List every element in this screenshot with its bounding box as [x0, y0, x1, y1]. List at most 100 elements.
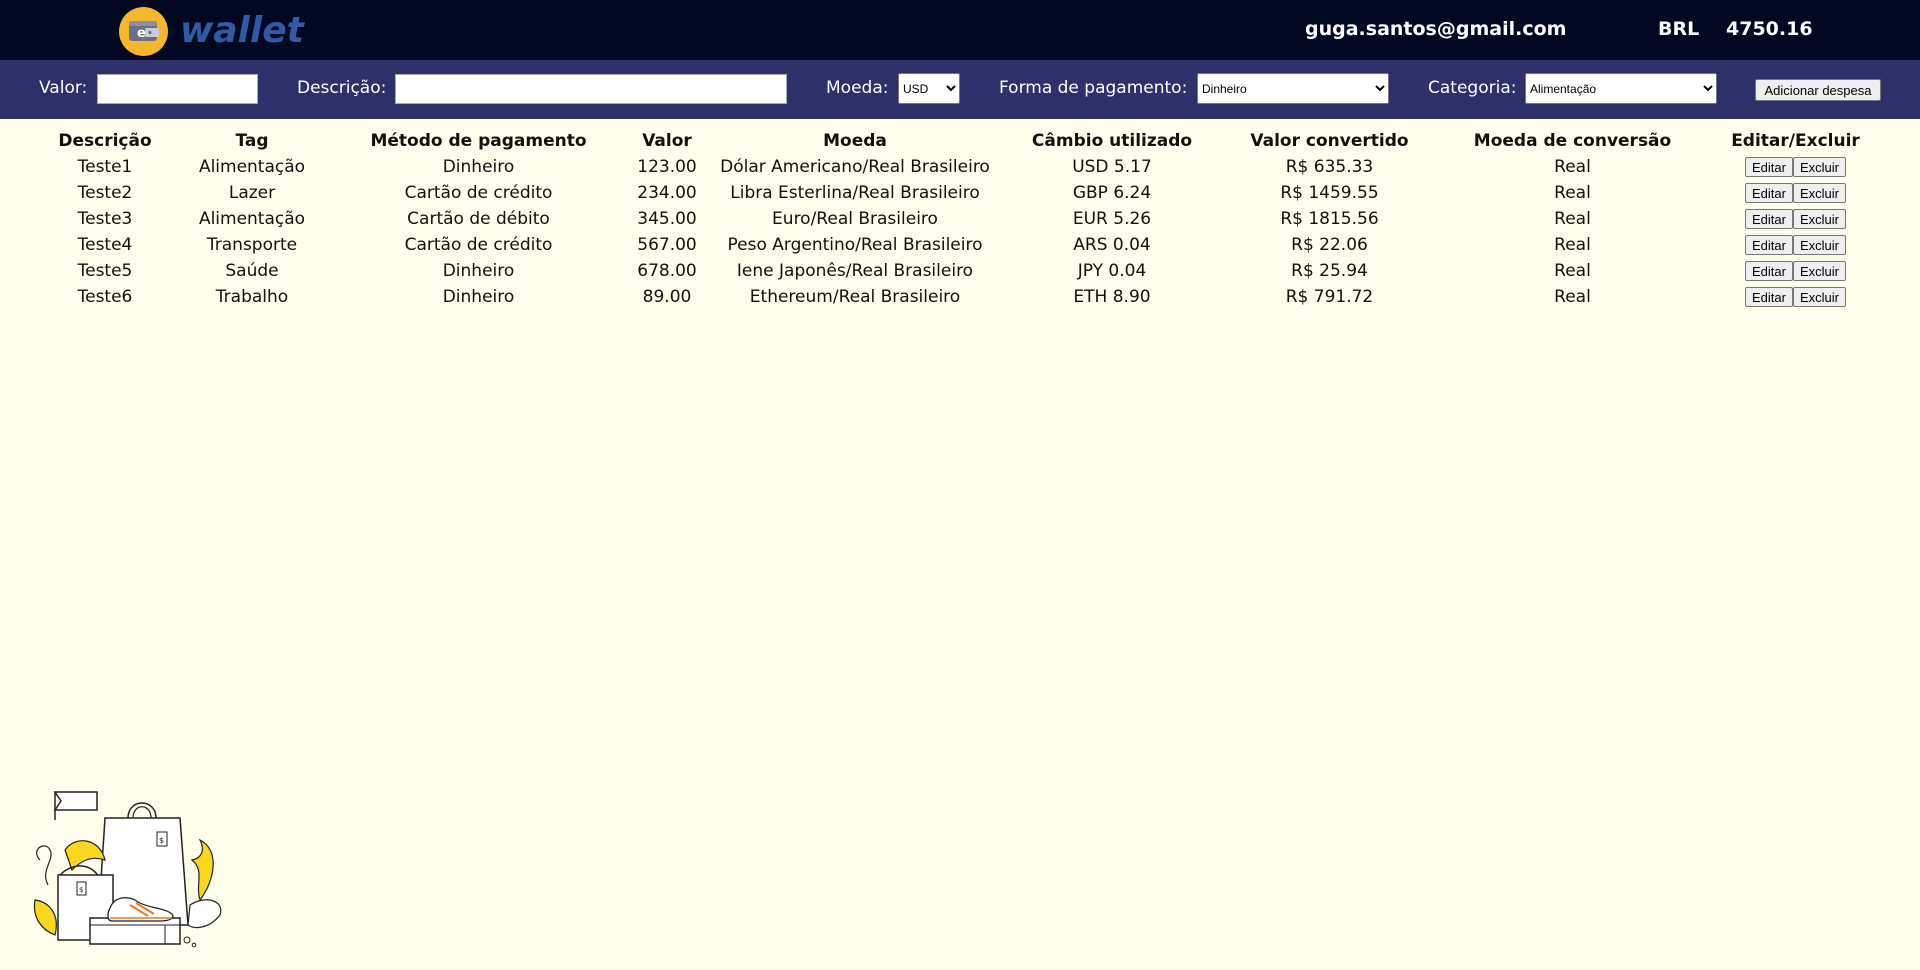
valor-label: Valor:	[39, 78, 88, 98]
cell-valor: 89.00	[642, 287, 692, 307]
wallet-logo-icon: e	[119, 6, 168, 56]
edit-button[interactable]: Editar	[1745, 209, 1793, 229]
col-header-valor-convertido: Valor convertido	[1250, 131, 1409, 151]
cell-cambio: EUR 5.26	[1072, 209, 1152, 229]
col-header-valor: Valor	[642, 131, 692, 151]
edit-button[interactable]: Editar	[1745, 157, 1793, 177]
user-email: guga.santos@gmail.com	[1305, 18, 1567, 40]
cell-descricao: Teste4	[77, 235, 133, 255]
cell-descricao: Teste3	[77, 209, 133, 229]
cell-moeda-conversao: Real	[1554, 261, 1591, 281]
cell-tag: Saúde	[225, 261, 279, 281]
delete-button[interactable]: Excluir	[1792, 183, 1846, 203]
moeda-select[interactable]: USD	[898, 73, 960, 104]
table-row: Teste1 Alimentação Dinheiro 123.00 Dólar…	[45, 154, 1875, 180]
cell-cambio: ARS 0.04	[1073, 235, 1151, 255]
wallet-logo: e wallet	[119, 6, 304, 56]
cell-tag: Lazer	[228, 183, 276, 203]
edit-button[interactable]: Editar	[1745, 183, 1793, 203]
cell-valor-convertido: R$ 1815.56	[1280, 209, 1379, 229]
moeda-label: Moeda:	[826, 78, 889, 98]
cell-moeda: Peso Argentino/Real Brasileiro	[727, 235, 983, 255]
table-row: Teste2 Lazer Cartão de crédito 234.00 Li…	[45, 180, 1875, 206]
pagamento-label: Forma de pagamento:	[999, 78, 1188, 98]
cell-descricao: Teste2	[77, 183, 133, 203]
total-expenses: 4750.16	[1726, 18, 1813, 40]
cell-tag: Alimentação	[198, 157, 306, 177]
cell-valor: 123.00	[637, 157, 697, 177]
col-header-moeda-conversao: Moeda de conversão	[1473, 131, 1672, 151]
descricao-label: Descrição:	[297, 78, 387, 98]
cell-moeda: Libra Esterlina/Real Brasileiro	[730, 183, 980, 203]
cell-actions: Editar Excluir	[1716, 180, 1875, 206]
col-header-cambio: Câmbio utilizado	[1031, 131, 1193, 151]
cell-cambio: ETH 8.90	[1073, 287, 1151, 307]
edit-button[interactable]: Editar	[1745, 287, 1793, 307]
cell-cambio: USD 5.17	[1072, 157, 1152, 177]
cell-metodo: Cartão de crédito	[404, 235, 553, 255]
logo-text: wallet	[180, 10, 304, 51]
svg-text:$: $	[79, 886, 83, 894]
cell-moeda: Dólar Americano/Real Brasileiro	[720, 157, 990, 177]
cell-actions: Editar Excluir	[1716, 232, 1875, 258]
cell-descricao: Teste6	[77, 287, 133, 307]
cell-moeda: Iene Japonês/Real Brasileiro	[736, 261, 974, 281]
col-header-moeda: Moeda	[823, 131, 887, 151]
cell-metodo: Cartão de débito	[407, 209, 550, 229]
cell-actions: Editar Excluir	[1716, 258, 1875, 284]
cell-metodo: Dinheiro	[442, 157, 515, 177]
table-row: Teste4 Transporte Cartão de crédito 567.…	[45, 232, 1875, 258]
cell-valor-convertido: R$ 635.33	[1285, 157, 1374, 177]
header-bar: e wallet guga.santos@gmail.com BRL 4750.…	[0, 0, 1920, 60]
cell-moeda-conversao: Real	[1554, 183, 1591, 203]
col-header-tag: Tag	[235, 131, 269, 151]
descricao-input[interactable]	[395, 74, 787, 104]
valor-input[interactable]	[97, 74, 258, 104]
table-row: Teste3 Alimentação Cartão de débito 345.…	[45, 206, 1875, 232]
svg-text:$: $	[159, 836, 164, 845]
cell-valor-convertido: R$ 791.72	[1285, 287, 1374, 307]
expenses-table: Descrição Tag Método de pagamento Valor …	[45, 128, 1875, 310]
shopping-illustration: $ $	[33, 791, 222, 948]
categoria-select[interactable]: Alimentação	[1525, 73, 1717, 104]
cell-tag: Transporte	[206, 235, 298, 255]
cell-valor-convertido: R$ 22.06	[1291, 235, 1368, 255]
table-header-row: Descrição Tag Método de pagamento Valor …	[45, 128, 1875, 154]
cell-moeda-conversao: Real	[1554, 209, 1591, 229]
cell-moeda-conversao: Real	[1554, 235, 1591, 255]
cell-metodo: Dinheiro	[442, 287, 515, 307]
cell-actions: Editar Excluir	[1716, 284, 1875, 310]
delete-button[interactable]: Excluir	[1792, 209, 1846, 229]
cell-metodo: Cartão de crédito	[404, 183, 553, 203]
col-header-descricao: Descrição	[58, 131, 152, 151]
cell-valor-convertido: R$ 1459.55	[1280, 183, 1379, 203]
cell-moeda-conversao: Real	[1554, 157, 1591, 177]
delete-button[interactable]: Excluir	[1792, 287, 1846, 307]
col-header-metodo: Método de pagamento	[370, 131, 587, 151]
cell-cambio: JPY 0.04	[1077, 261, 1147, 281]
svg-text:e: e	[137, 26, 146, 41]
cell-moeda: Euro/Real Brasileiro	[772, 209, 938, 229]
cell-metodo: Dinheiro	[442, 261, 515, 281]
table-row: Teste5 Saúde Dinheiro 678.00 Iene Japonê…	[45, 258, 1875, 284]
cell-valor: 345.00	[637, 209, 697, 229]
cell-descricao: Teste1	[77, 157, 133, 177]
edit-button[interactable]: Editar	[1745, 235, 1793, 255]
cell-tag: Trabalho	[215, 287, 289, 307]
cell-valor: 234.00	[637, 183, 697, 203]
table-row: Teste6 Trabalho Dinheiro 89.00 Ethereum/…	[45, 284, 1875, 310]
delete-button[interactable]: Excluir	[1792, 261, 1846, 281]
add-expense-button[interactable]: Adicionar despesa	[1755, 79, 1881, 101]
delete-button[interactable]: Excluir	[1792, 235, 1846, 255]
col-header-editar-excluir: Editar/Excluir	[1731, 131, 1860, 151]
edit-button[interactable]: Editar	[1745, 261, 1793, 281]
cell-actions: Editar Excluir	[1716, 206, 1875, 232]
cell-tag: Alimentação	[198, 209, 306, 229]
cell-descricao: Teste5	[77, 261, 133, 281]
delete-button[interactable]: Excluir	[1792, 157, 1846, 177]
cell-valor: 678.00	[637, 261, 697, 281]
pagamento-select[interactable]: Dinheiro	[1197, 73, 1389, 104]
expense-form: Valor: Descrição: Moeda: USD Forma de pa…	[0, 60, 1920, 119]
categoria-label: Categoria:	[1428, 78, 1517, 98]
cell-moeda: Ethereum/Real Brasileiro	[749, 287, 961, 307]
